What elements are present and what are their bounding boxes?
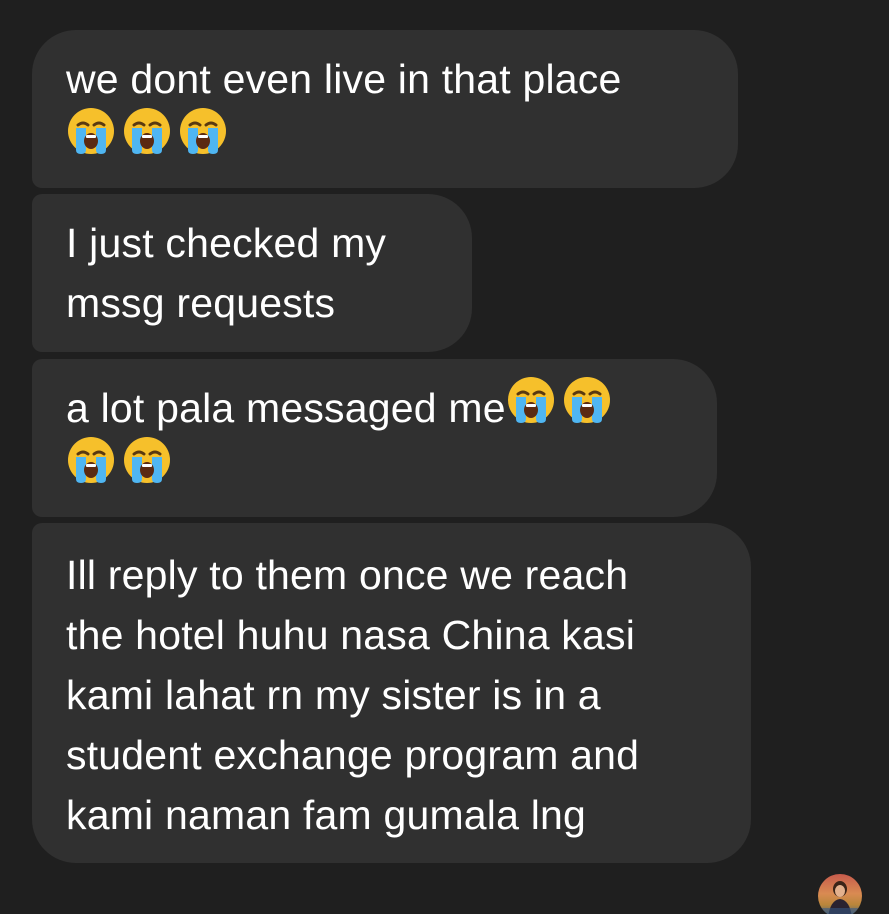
loudly-crying-face-icon — [66, 106, 116, 172]
message-3-text: a lot pala messaged me — [66, 385, 506, 431]
message-4-line-2: the hotel huhu nasa China kasi — [66, 612, 636, 658]
loudly-crying-face-icon — [506, 375, 556, 441]
message-4-line-1: Ill reply to them once we reach — [66, 552, 629, 598]
message-3-inline-emoji — [506, 377, 618, 431]
loudly-crying-face-icon — [122, 106, 172, 172]
avatar-icon — [818, 881, 862, 914]
message-4-line-3: kami lahat rn my sister is in a — [66, 672, 601, 718]
message-1-emoji-row — [66, 106, 704, 172]
message-4-line-5: kami naman fam gumala lng — [66, 792, 587, 838]
message-bubble-2[interactable]: I just checked my mssg requests — [32, 194, 472, 352]
loudly-crying-face-icon — [562, 375, 612, 441]
loudly-crying-face-icon — [122, 435, 172, 501]
message-2-line-1: I just checked my — [66, 220, 387, 266]
loudly-crying-face-icon — [178, 106, 228, 172]
chat-thread: we dont even live in that place I just c… — [0, 0, 889, 914]
message-3-emoji-row — [66, 435, 683, 501]
avatar[interactable] — [818, 874, 862, 914]
message-bubble-3[interactable]: a lot pala messaged me — [32, 359, 717, 517]
message-3-line-1: a lot pala messaged me — [66, 377, 683, 438]
message-4-line-4: student exchange program and — [66, 732, 640, 778]
loudly-crying-face-icon — [66, 435, 116, 501]
message-bubble-4[interactable]: Ill reply to them once we reach the hote… — [32, 523, 751, 863]
message-1-line-1: we dont even live in that place — [66, 56, 622, 102]
message-bubble-1[interactable]: we dont even live in that place — [32, 30, 738, 188]
message-2-line-2: mssg requests — [66, 280, 336, 326]
